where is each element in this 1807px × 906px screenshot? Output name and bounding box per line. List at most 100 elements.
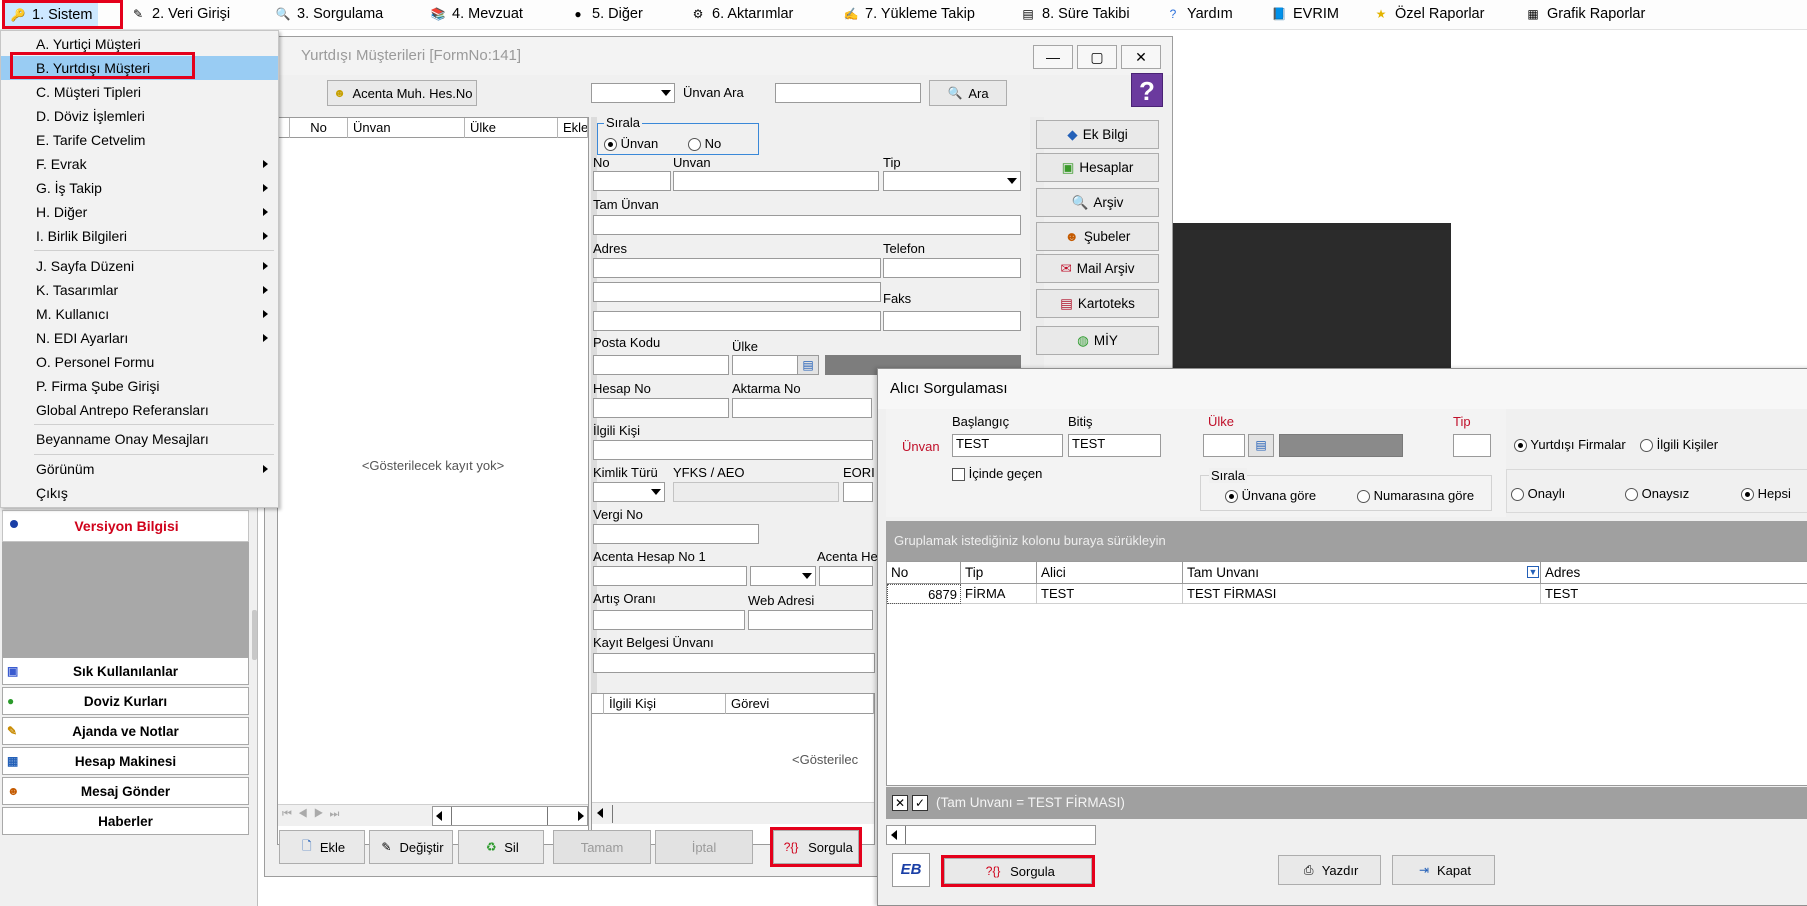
menu-item-birlik-bilgileri[interactable]: I. Birlik Bilgileri — [1, 224, 278, 248]
news-button[interactable]: Haberler — [2, 807, 249, 835]
scroll-right-icon[interactable] — [578, 811, 584, 821]
help-icon[interactable]: ? — [1131, 73, 1163, 107]
favorites-button[interactable]: ▣ Sık Kullanılanlar — [2, 657, 249, 685]
unvan-search-input[interactable] — [775, 83, 921, 103]
scroll-left-icon[interactable] — [597, 808, 603, 818]
filter-icon[interactable]: ▼ — [1527, 566, 1539, 578]
menu-item-tasarimlar[interactable]: K. Tasarımlar — [1, 278, 278, 302]
ulke-filter-lookup[interactable]: ▤ — [1248, 434, 1274, 457]
menu-item-doviz-islemleri[interactable]: D. Döviz İşlemleri — [1, 104, 278, 128]
adres-input-3[interactable] — [593, 311, 881, 331]
contact-grid[interactable]: İlgili Kişi Görevi <Gösterilec — [591, 693, 875, 845]
group-by-band[interactable]: Gruplamak istediğiniz kolonu buraya sürü… — [886, 521, 1807, 566]
col-no[interactable]: No — [887, 562, 961, 584]
eori-input[interactable] — [843, 482, 873, 502]
scroll-left-icon[interactable] — [436, 811, 442, 821]
adres-input-1[interactable] — [593, 258, 881, 278]
menu-item-yurtici-musteri[interactable]: A. Yurtiçi Müşteri — [1, 32, 278, 56]
artis-orani-input[interactable] — [593, 610, 745, 630]
hesaplar-button[interactable]: ▣ Hesaplar — [1036, 153, 1159, 182]
col-tam-unvan[interactable]: Tam Unvanı — [1183, 562, 1541, 584]
adres-input-2[interactable] — [593, 282, 881, 302]
nav-arrows-icon[interactable]: ⏮◀▶⏭ — [282, 808, 345, 821]
menu-item-diger[interactable]: H. Diğer — [1, 200, 278, 224]
col-unvan[interactable]: Ünvan — [348, 118, 465, 138]
menu-item-musteri-tipleri[interactable]: C. Müşteri Tipleri — [1, 80, 278, 104]
version-info-row[interactable]: Versiyon Bilgisi — [2, 510, 249, 542]
menu-item-kullanici[interactable]: M. Kullanıcı — [1, 302, 278, 326]
miy-button[interactable]: ◍ MİY — [1036, 326, 1159, 355]
ekle-button[interactable]: 🗋 Ekle — [279, 830, 365, 864]
contact-scrollbar[interactable] — [592, 802, 874, 824]
baslangic-input[interactable]: TEST — [952, 434, 1063, 457]
onaysiz-radio[interactable]: Onaysız — [1625, 486, 1689, 502]
menu-yukleme-takip[interactable]: ✍ 7. Yükleme Takip — [843, 6, 975, 22]
table-row[interactable]: 6879 FİRMA TEST TEST FİRMASI TEST — [887, 584, 1807, 604]
minimize-button[interactable]: — — [1033, 45, 1073, 69]
acenta-muh-button[interactable]: ☻ Acenta Muh. Hes.No — [327, 80, 477, 106]
eb-logo-icon[interactable]: EB — [892, 853, 930, 887]
menu-item-is-takip[interactable]: G. İş Takip — [1, 176, 278, 200]
menu-diger[interactable]: ● 5. Diğer — [570, 6, 642, 22]
customer-grid[interactable]: No Ünvan Ülke Ekle <Gösterilecek kayıt y… — [277, 117, 589, 845]
menu-grafik-raporlar[interactable]: ▦ Grafik Raporlar — [1525, 6, 1645, 22]
subeler-button[interactable]: ☻ Şubeler — [1036, 222, 1159, 251]
kapat-button[interactable]: ⇥ Kapat — [1392, 855, 1495, 885]
ilgili-kisi-input[interactable] — [593, 440, 873, 460]
menu-ozel-raporlar[interactable]: ★ Özel Raporlar — [1373, 6, 1485, 22]
acenta-hesap-select[interactable] — [750, 566, 816, 586]
maximize-button[interactable]: ▢ — [1077, 45, 1117, 69]
col-ekle[interactable]: Ekle — [558, 118, 588, 138]
yurtdisi-firmalar-radio[interactable]: Yurtdışı Firmalar — [1514, 437, 1626, 453]
ulke-input[interactable] — [732, 355, 798, 375]
arsiv-button[interactable]: 🔍 Arşiv — [1036, 188, 1159, 217]
calculator-button[interactable]: ▦ Hesap Makinesi — [2, 747, 249, 775]
col-ilgili-kisi[interactable]: İlgili Kişi — [604, 694, 726, 714]
tip-select[interactable] — [883, 171, 1021, 191]
menu-item-evrak[interactable]: F. Evrak — [1, 152, 278, 176]
send-message-button[interactable]: ☻ Mesaj Gönder — [2, 777, 249, 805]
sort-no-radio[interactable]: No — [688, 136, 721, 152]
scroll-left-icon[interactable] — [891, 830, 897, 840]
ek-bilgi-button[interactable]: ◆ Ek Bilgi — [1036, 120, 1159, 149]
menu-item-yurtdisi-musteri[interactable]: B. Yurtdışı Müşteri — [1, 56, 278, 80]
menu-sure-takibi[interactable]: ▤ 8. Süre Takibi — [1020, 6, 1129, 22]
agenda-notes-button[interactable]: ✎ Ajanda ve Notlar — [2, 717, 249, 745]
hesap-no-input[interactable] — [593, 398, 729, 418]
no-input[interactable] — [593, 171, 671, 191]
dialog-sorgula-button[interactable]: ?{} Sorgula — [944, 858, 1092, 884]
menu-item-firma-sube-girisi[interactable]: P. Firma Şube Girişi — [1, 374, 278, 398]
sorgula-button[interactable]: ?{} Sorgula — [773, 830, 859, 864]
tam-unvan-input[interactable] — [593, 215, 1021, 235]
menu-evrim[interactable]: 📘 EVRIM — [1271, 6, 1339, 22]
menu-item-gorunum[interactable]: Görünüm — [1, 457, 278, 481]
menu-aktarimlar[interactable]: ⚙ 6. Aktarımlar — [690, 6, 794, 22]
numarasina-gore-radio[interactable]: Numarasına göre — [1357, 488, 1474, 504]
col-tip[interactable]: Tip — [961, 562, 1037, 584]
col-gorevi[interactable]: Görevi — [726, 694, 874, 714]
menu-item-personel-formu[interactable]: O. Personel Formu — [1, 350, 278, 374]
panel-scrollbar[interactable] — [252, 610, 257, 660]
dialog-scrollbar[interactable] — [886, 825, 1096, 845]
unvan-input[interactable] — [673, 171, 879, 191]
sort-unvan-radio[interactable]: Ünvan — [604, 136, 658, 152]
yazdir-button[interactable]: ⎙ Yazdır — [1278, 855, 1381, 885]
acenta-he-input[interactable] — [819, 566, 873, 586]
col-no[interactable]: No — [290, 118, 348, 138]
vergi-no-input[interactable] — [593, 524, 759, 544]
menu-item-tarife-cetvelim[interactable]: E. Tarife Cetvelim — [1, 128, 278, 152]
menu-sistem[interactable]: 🔑 1. Sistem — [4, 2, 99, 28]
onayli-radio[interactable]: Onaylı — [1511, 486, 1565, 502]
clear-filter-icon[interactable]: ✕ — [892, 795, 908, 811]
bitis-input[interactable]: TEST — [1068, 434, 1161, 457]
degistir-button[interactable]: ✎ Değiştir — [369, 830, 453, 864]
search-field-select[interactable] — [591, 83, 675, 103]
ulke-lookup-button[interactable]: ▤ — [797, 355, 819, 375]
tip-filter-input[interactable] — [1453, 434, 1491, 457]
kimlik-turu-select[interactable] — [593, 482, 665, 502]
icinde-gecen-checkbox[interactable]: İçinde geçen — [952, 466, 1042, 482]
filter-text[interactable]: (Tam Unvanı = TEST FİRMASI) — [936, 795, 1125, 810]
currency-rates-button[interactable]: ● Doviz Kurları — [2, 687, 249, 715]
ara-button[interactable]: 🔍 Ara — [929, 80, 1007, 106]
result-grid[interactable]: No Tip Alici Tam Unvanı ▼ Adres 6879 FİR… — [886, 561, 1807, 786]
